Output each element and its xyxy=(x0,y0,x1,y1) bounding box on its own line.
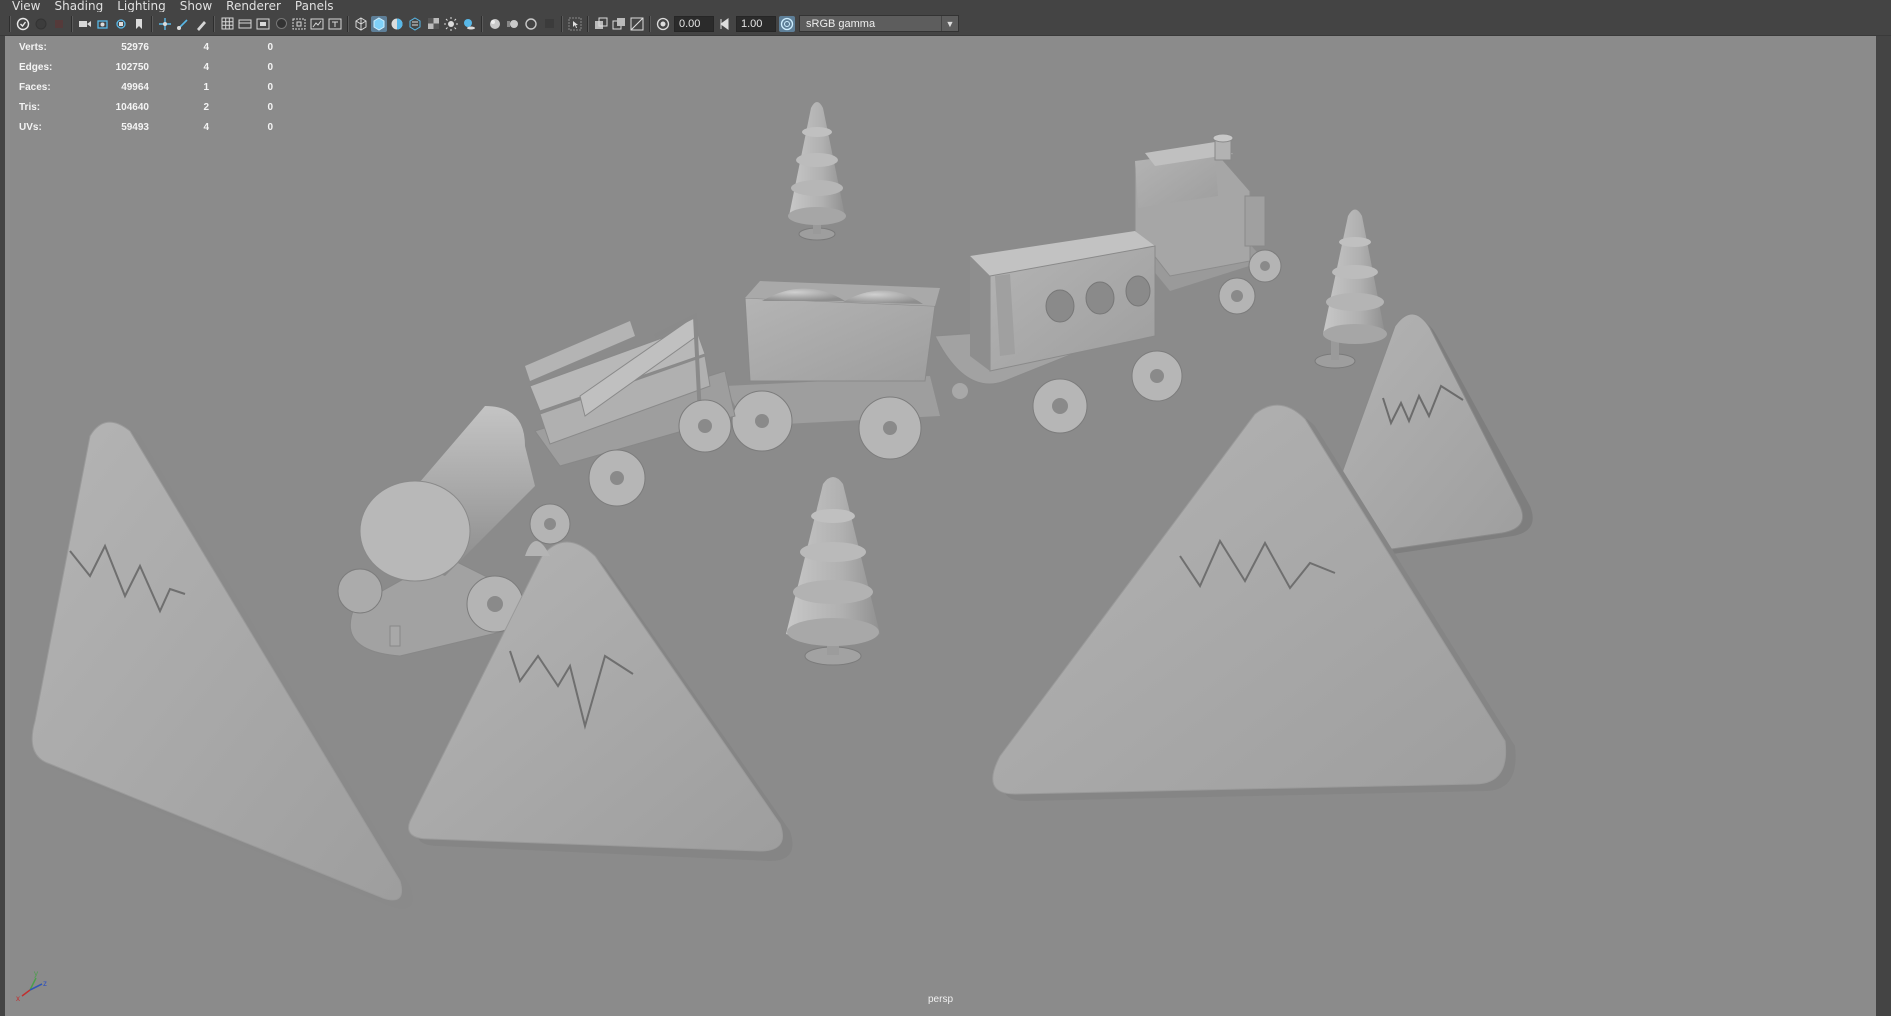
hud-selected: 4 xyxy=(203,121,209,133)
toolbar-separator xyxy=(561,15,563,32)
poly-count-hud: Verts: 52976 4 0 Edges: 102750 4 0 Faces… xyxy=(19,37,273,137)
hud-component: 0 xyxy=(267,81,273,93)
color-management-icon[interactable] xyxy=(779,15,795,32)
viewport-toolbar: sRGB gamma ▼ xyxy=(0,12,1891,36)
hud-component: 0 xyxy=(267,61,273,73)
color-space-dropdown[interactable]: sRGB gamma ▼ xyxy=(799,15,959,32)
gamma-icon[interactable] xyxy=(717,16,733,32)
hud-total: 102750 xyxy=(115,61,149,73)
menu-view[interactable]: View xyxy=(12,0,40,12)
resolution-gate-icon[interactable] xyxy=(255,16,271,32)
exposure-field[interactable] xyxy=(674,15,714,32)
menu-renderer[interactable]: Renderer xyxy=(226,0,281,12)
train-log-car[interactable] xyxy=(525,312,736,507)
tree-back-left[interactable] xyxy=(788,102,846,241)
mountain-front-left[interactable] xyxy=(31,421,413,909)
menu-shading[interactable]: Shading xyxy=(54,0,103,12)
textured-icon[interactable] xyxy=(407,16,423,32)
hud-selected: 1 xyxy=(203,81,209,93)
hud-component: 0 xyxy=(267,41,273,53)
hud-component: 0 xyxy=(267,121,273,133)
3d-viewport[interactable]: Verts: 52976 4 0 Edges: 102750 4 0 Faces… xyxy=(5,36,1876,1016)
hud-row-edges: Edges: 102750 4 0 xyxy=(19,57,273,77)
grid-icon[interactable] xyxy=(219,16,235,32)
screen-space-ao-icon[interactable] xyxy=(487,16,503,32)
tree-center[interactable] xyxy=(786,477,880,666)
toolbar-separator xyxy=(71,15,73,32)
snap-icon[interactable] xyxy=(175,16,191,32)
hud-label: Faces: xyxy=(19,81,51,93)
toolbar-separator xyxy=(151,15,153,32)
brush-icon[interactable] xyxy=(193,16,209,32)
toolbar-separator xyxy=(649,15,651,32)
hud-selected: 4 xyxy=(203,41,209,53)
chevron-down-icon[interactable]: ▼ xyxy=(941,16,958,31)
smooth-shade-icon[interactable] xyxy=(371,15,387,32)
field-chart-icon[interactable] xyxy=(291,16,307,32)
toolbar-separator xyxy=(9,15,11,32)
film-gate-icon[interactable] xyxy=(237,16,253,32)
bookmark-icon[interactable] xyxy=(51,16,67,32)
default-material-icon[interactable] xyxy=(389,16,405,32)
wireframe-icon[interactable] xyxy=(353,16,369,32)
menu-lighting[interactable]: Lighting xyxy=(117,0,166,12)
hud-label: Tris: xyxy=(19,101,41,113)
color-space-value: sRGB gamma xyxy=(806,17,876,30)
toolbar-separator xyxy=(347,15,349,32)
checker-icon[interactable] xyxy=(425,16,441,32)
scene-render[interactable] xyxy=(5,36,1876,1016)
motion-blur-icon[interactable] xyxy=(505,16,521,32)
menu-panels[interactable]: Panels xyxy=(295,0,334,12)
hud-row-faces: Faces: 49964 1 0 xyxy=(19,77,273,97)
shadows-icon[interactable] xyxy=(461,16,477,32)
move-tool-icon[interactable] xyxy=(157,16,173,32)
xray-active-icon[interactable] xyxy=(611,16,627,32)
bookmark-flag-icon[interactable] xyxy=(131,16,147,32)
train-ball-car[interactable] xyxy=(725,281,940,460)
menu-show[interactable]: Show xyxy=(180,0,212,12)
exposure-icon[interactable] xyxy=(655,16,671,32)
camera-icon[interactable] xyxy=(77,16,93,32)
multisample-aa-icon[interactable] xyxy=(523,16,539,32)
hud-selected: 2 xyxy=(203,101,209,113)
tree-back-right[interactable] xyxy=(1314,209,1387,369)
hud-row-verts: Verts: 52976 4 0 xyxy=(19,37,273,57)
hud-label: Edges: xyxy=(19,61,53,73)
hud-total: 104640 xyxy=(115,101,149,113)
camera-pan-icon[interactable] xyxy=(113,16,129,32)
hud-total: 52976 xyxy=(121,41,149,53)
axis-y-label: y xyxy=(34,969,38,978)
toolbar-separator xyxy=(587,15,589,32)
isolate-select-icon[interactable] xyxy=(567,16,583,32)
train-passenger-car[interactable] xyxy=(934,231,1183,434)
camera-lock-icon[interactable] xyxy=(95,16,111,32)
hud-label: UVs: xyxy=(19,121,42,133)
safe-title-icon[interactable] xyxy=(327,16,343,32)
hud-row-uvs: UVs: 59493 4 0 xyxy=(19,117,273,137)
camera-name-label: persp xyxy=(927,994,953,1005)
hud-total: 59493 xyxy=(121,121,149,133)
toolbar-separator xyxy=(481,15,483,32)
hud-selected: 4 xyxy=(203,61,209,73)
gamma-field[interactable] xyxy=(736,15,776,32)
viewport-menubar: View Shading Lighting Show Renderer Pane… xyxy=(0,0,1891,12)
hud-label: Verts: xyxy=(19,41,47,53)
safe-action-icon[interactable] xyxy=(309,16,325,32)
lights-icon[interactable] xyxy=(443,16,459,32)
axis-z-label: z xyxy=(43,979,47,988)
depth-of-field-icon[interactable] xyxy=(541,16,557,32)
camera-attributes-icon[interactable] xyxy=(33,16,49,32)
hud-component: 0 xyxy=(267,101,273,113)
panel-border xyxy=(1876,36,1891,1016)
toolbar-separator xyxy=(213,15,215,32)
xray-joints-icon[interactable] xyxy=(629,16,645,32)
hud-total: 49964 xyxy=(121,81,149,93)
gate-mask-icon[interactable] xyxy=(273,16,289,32)
camera-select-icon[interactable] xyxy=(15,16,31,32)
hud-row-tris: Tris: 104640 2 0 xyxy=(19,97,273,117)
xray-icon[interactable] xyxy=(593,16,609,32)
